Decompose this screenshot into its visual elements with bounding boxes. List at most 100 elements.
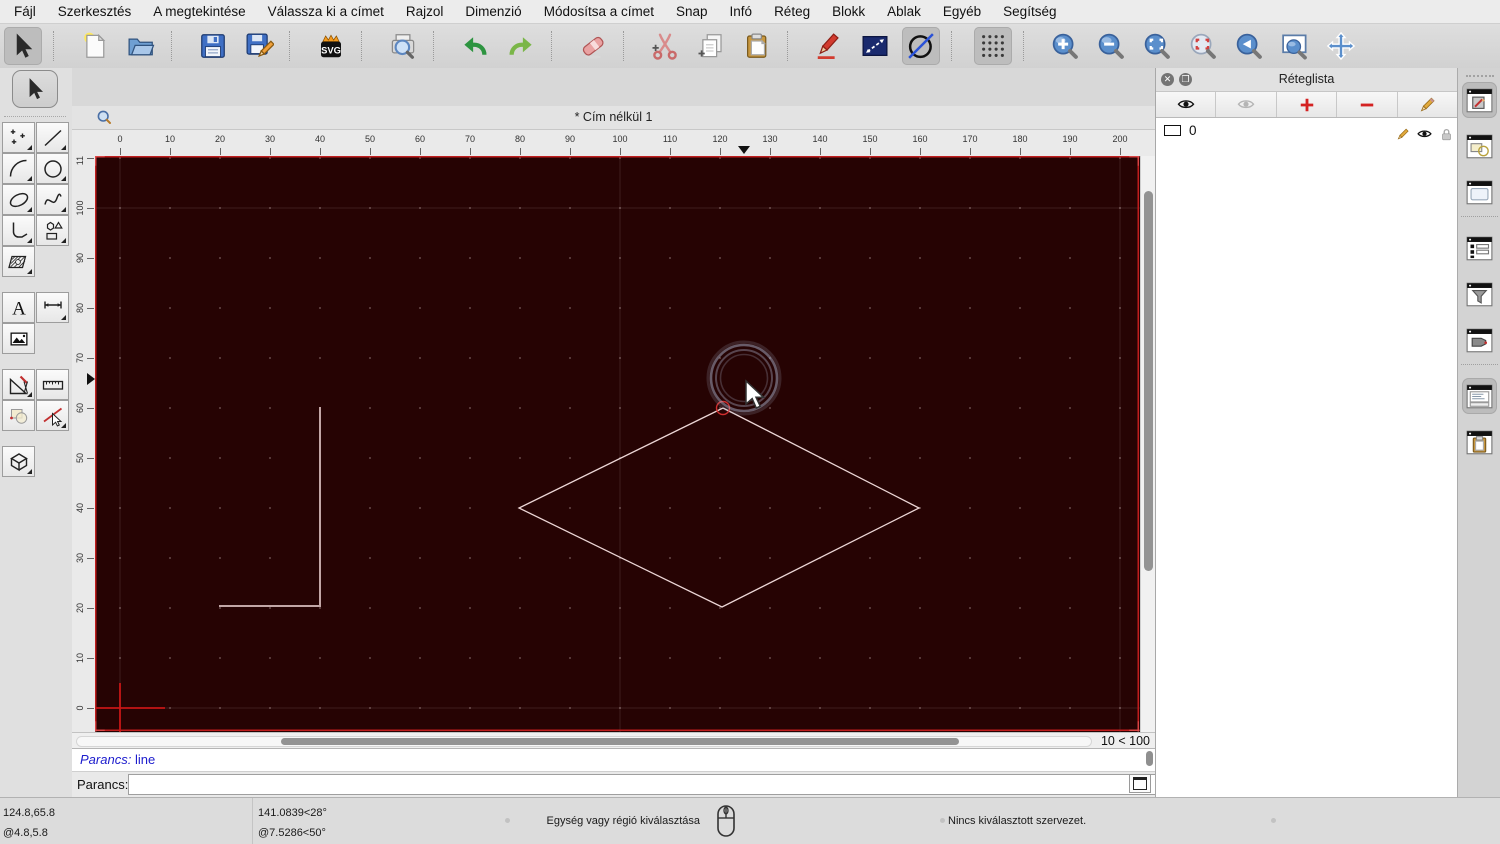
command-window-button[interactable] [1129, 774, 1151, 793]
spline-tool-button[interactable] [36, 184, 69, 215]
hruler-label: 200 [1112, 134, 1128, 144]
visibility-all-button[interactable] [1156, 92, 1217, 117]
menu-item-ablak[interactable]: Ablak [876, 0, 932, 23]
submenu-indicator [61, 423, 66, 428]
open-file-button[interactable] [122, 27, 160, 65]
palette-handle [4, 116, 66, 117]
window-icon [1133, 777, 1147, 790]
new-document-button[interactable] [76, 27, 114, 65]
cut-button[interactable] [646, 27, 684, 65]
command-history-label: Parancs: [80, 752, 132, 767]
block-list-dock-button[interactable] [1462, 128, 1497, 164]
print-preview-button[interactable] [384, 27, 422, 65]
hruler-tick [470, 148, 471, 155]
save-as-icon [246, 33, 274, 58]
arc-tool-button[interactable] [2, 153, 35, 184]
menu-item-v-lassza-ki-a-c-met[interactable]: Válassza ki a címet [257, 0, 395, 23]
svg-export-button[interactable]: SVG [312, 27, 350, 65]
add-layer-button[interactable] [1276, 92, 1338, 117]
pen-edit-button[interactable] [810, 27, 848, 65]
menu-item-szerkeszt-s[interactable]: Szerkesztés [47, 0, 143, 23]
hruler-label: 120 [712, 134, 728, 144]
clipboard-dock-button[interactable] [1462, 424, 1497, 460]
select-arrow-button[interactable] [4, 27, 42, 65]
horizontal-scrollbar[interactable] [76, 736, 1092, 747]
drawing-canvas[interactable] [95, 156, 1140, 732]
menu-item-f-jl[interactable]: Fájl [0, 0, 47, 23]
grid-toggle-button[interactable] [974, 27, 1012, 65]
layer-row[interactable]: 0 [1156, 120, 1457, 142]
tool-options-dock-button[interactable] [1462, 322, 1497, 358]
remove-layer-button[interactable] [1337, 92, 1398, 117]
measure-tool-button[interactable] [36, 369, 69, 400]
vertical-scrollbar-thumb[interactable] [1144, 191, 1153, 571]
hruler-tick [620, 148, 621, 155]
document-titlebar[interactable]: * Cím nélkül 1 [72, 106, 1155, 130]
layer-lock-icon[interactable] [1438, 123, 1455, 141]
circle-tool-button[interactable] [36, 153, 69, 184]
layer-edit-icon[interactable] [1394, 123, 1411, 140]
zoom-window-button[interactable] [1276, 27, 1314, 65]
image-tool-button[interactable] [2, 323, 35, 354]
menu-item-snap[interactable]: Snap [665, 0, 719, 23]
points-tool-button[interactable] [2, 122, 35, 153]
redo-button[interactable] [502, 27, 540, 65]
command-input[interactable] [128, 774, 1206, 795]
redo-icon [509, 37, 532, 56]
modify-tool-button[interactable] [2, 369, 35, 400]
menu-item-egy-b[interactable]: Egyéb [932, 0, 992, 23]
vertical-scrollbar[interactable] [1140, 156, 1155, 732]
history-scrollbar-thumb[interactable] [1146, 751, 1153, 766]
hatch-tool-button[interactable] [2, 246, 35, 277]
layer-color-swatch[interactable] [1164, 125, 1181, 136]
ellipse-tool-button[interactable] [2, 184, 35, 215]
menu-item-r-teg[interactable]: Réteg [763, 0, 821, 23]
zoom-selected-button[interactable] [1184, 27, 1222, 65]
copy-button[interactable] [692, 27, 730, 65]
horizontal-scrollbar-thumb[interactable] [281, 738, 959, 745]
menu-item-m-dos-tsa-a-c-met[interactable]: Módosítsa a címet [533, 0, 665, 23]
box3d-tool-button[interactable] [2, 446, 35, 477]
polygon-tool-button[interactable] [36, 215, 69, 246]
polyline-tool-button[interactable] [2, 215, 35, 246]
menu-item-inf-[interactable]: Infó [719, 0, 764, 23]
select-entity-tool-button[interactable] [36, 400, 69, 431]
layer-panel-header: ✕ ❒ Réteglista [1156, 68, 1457, 92]
delete-eraser-button[interactable] [574, 27, 612, 65]
dimension-tool-button[interactable] [36, 292, 69, 323]
menu-item-dimenzi-[interactable]: Dimenzió [454, 0, 532, 23]
visibility-off-button[interactable] [1216, 92, 1277, 117]
entity-list-dock-button[interactable] [1462, 230, 1497, 266]
hruler-label: 30 [264, 134, 276, 144]
edit-layer-button[interactable] [1397, 92, 1458, 117]
selection-tool-button[interactable] [12, 70, 58, 108]
save-as-button[interactable] [240, 27, 278, 65]
command-line-dock-button[interactable] [1462, 378, 1497, 414]
paste-button[interactable] [738, 27, 776, 65]
vruler-cursor-marker [87, 373, 95, 385]
zoom-in-button[interactable] [1046, 27, 1084, 65]
history-scrollbar[interactable] [1146, 750, 1153, 770]
line-tool-button[interactable] [36, 122, 69, 153]
text-tool-button[interactable]: A [2, 292, 35, 323]
library-browser-dock-button[interactable] [1462, 174, 1497, 210]
layer-visibility-icon[interactable] [1416, 123, 1433, 140]
submenu-indicator [27, 392, 32, 397]
menu-item-seg-ts-g[interactable]: Segítség [992, 0, 1067, 23]
filter-dock-button[interactable] [1462, 276, 1497, 312]
draft-mode-button[interactable] [902, 27, 940, 65]
vruler-tick [87, 408, 94, 409]
zoom-previous-button[interactable] [1230, 27, 1268, 65]
undo-button[interactable] [456, 27, 494, 65]
save-button[interactable] [194, 27, 232, 65]
zoom-out-button[interactable] [1092, 27, 1130, 65]
menu-item-blokk[interactable]: Blokk [821, 0, 876, 23]
mouse-icon [712, 803, 740, 842]
order-tool-button[interactable] [2, 400, 35, 431]
dimension-style-button[interactable] [856, 27, 894, 65]
layer-list-dock-button[interactable] [1462, 82, 1497, 118]
pan-button[interactable] [1322, 27, 1360, 65]
zoom-auto-button[interactable] [1138, 27, 1176, 65]
menu-item-rajzol[interactable]: Rajzol [395, 0, 455, 23]
menu-item-a-megtekint-se[interactable]: A megtekintése [142, 0, 256, 23]
